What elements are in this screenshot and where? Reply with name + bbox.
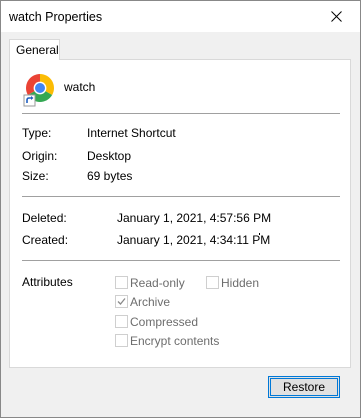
caret-mark [259,233,260,235]
type-label: Type: [22,126,52,140]
created-label: Created: [22,233,69,247]
attributes-label: Attributes [22,275,73,289]
encrypt-checkbox[interactable] [115,334,128,347]
close-icon [331,11,342,22]
type-value: Internet Shortcut [87,126,176,140]
deleted-label: Deleted: [22,211,67,225]
created-value: January 1, 2021, 4:34:11 PM [117,233,271,247]
readonly-checkbox[interactable] [115,276,128,289]
tab-general-label: General [16,43,59,57]
properties-window: watch Properties General watch Type: Int… [0,0,361,418]
size-label: Size: [22,169,49,183]
checkmark-icon [117,298,126,305]
tab-general[interactable]: General [9,39,60,60]
divider [22,260,340,261]
hidden-label[interactable]: Hidden [221,276,259,290]
readonly-label[interactable]: Read-only [130,276,185,290]
close-button[interactable] [314,1,360,32]
restore-button[interactable]: Restore [268,376,340,398]
deleted-value: January 1, 2021, 4:57:56 PM [117,211,272,225]
origin-label: Origin: [22,149,58,163]
hidden-checkbox[interactable] [206,276,219,289]
file-name: watch [64,80,96,94]
compressed-label[interactable]: Compressed [130,315,198,329]
archive-label[interactable]: Archive [130,295,170,309]
archive-checkbox[interactable] [115,295,128,308]
divider [22,196,340,197]
window-title: watch Properties [9,10,103,24]
encrypt-label[interactable]: Encrypt contents [130,334,219,348]
divider [22,113,340,114]
compressed-checkbox[interactable] [115,315,128,328]
size-value: 69 bytes [87,169,133,183]
title-bar[interactable]: watch Properties [1,1,360,32]
origin-value: Desktop [87,149,132,163]
chrome-shortcut-icon [23,73,55,107]
